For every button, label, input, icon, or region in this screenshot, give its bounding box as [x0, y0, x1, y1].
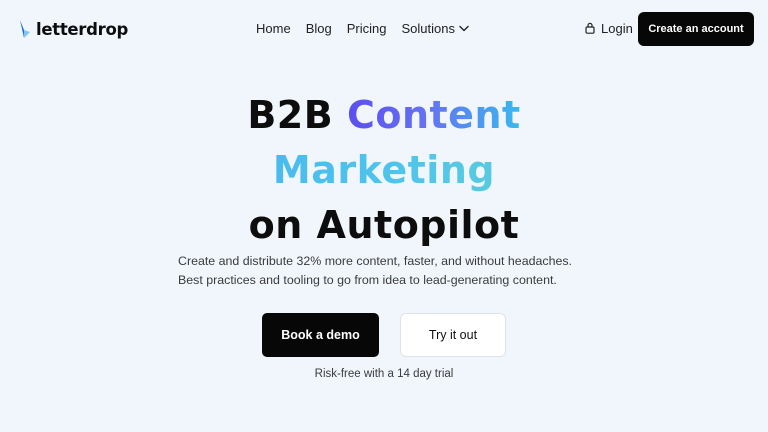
main-nav: Home Blog Pricing Solutions: [256, 18, 469, 38]
chevron-down-icon: [459, 25, 469, 31]
login-label: Login: [601, 20, 633, 36]
nav-dropdown-solutions[interactable]: Solutions: [401, 20, 469, 36]
hero-title-line-1: B2B Content: [0, 88, 768, 143]
trial-note: Risk-free with a 14 day trial: [314, 368, 454, 380]
site-header: letterdrop Home Blog Pricing Solutions L…: [0, 0, 768, 58]
hero-title-b2b: B2B: [247, 93, 334, 137]
lock-icon: [585, 22, 595, 34]
brand-logo[interactable]: letterdrop: [18, 17, 128, 41]
book-demo-button[interactable]: Book a demo: [262, 313, 379, 357]
hero-title: B2B Content Marketing on Autopilot: [0, 88, 768, 253]
nav-link-home[interactable]: Home: [256, 21, 291, 36]
try-it-out-button[interactable]: Try it out: [400, 313, 506, 357]
hero-title-marketing: Marketing: [0, 143, 768, 198]
hero-subtitle: Create and distribute 32% more content, …: [178, 254, 572, 287]
nav-link-blog[interactable]: Blog: [306, 21, 332, 36]
create-account-button[interactable]: Create an account: [638, 12, 754, 46]
nav-solutions-label: Solutions: [401, 20, 455, 36]
nav-link-pricing[interactable]: Pricing: [347, 21, 387, 36]
letterdrop-logo-icon: [20, 20, 30, 38]
hero-title-autopilot: on Autopilot: [248, 203, 520, 247]
login-link[interactable]: Login: [585, 18, 633, 38]
brand-name: letterdrop: [36, 19, 129, 39]
hero-title-content: Content: [346, 93, 521, 137]
